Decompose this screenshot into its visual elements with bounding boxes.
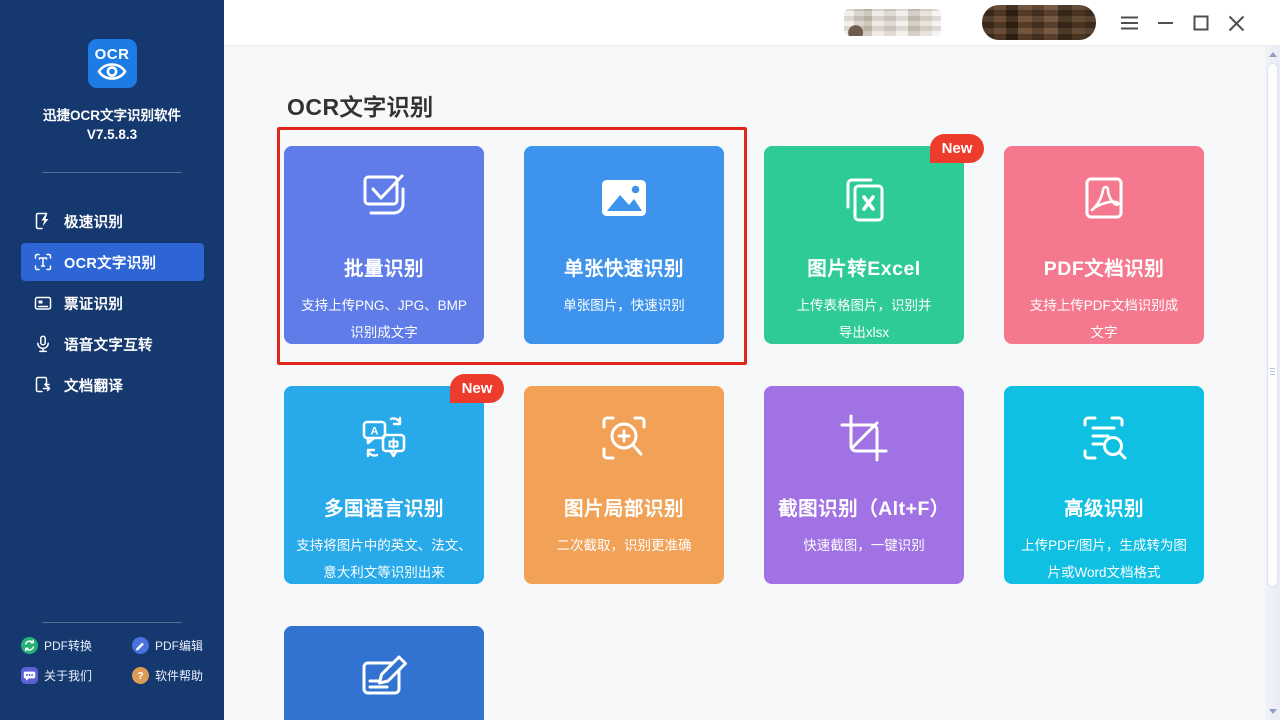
card-title: PDF文档识别 — [1043, 258, 1165, 280]
feature-card-8[interactable]: 高级识别上传PDF/图片，生成转为图 片或Word文档格式 — [1004, 386, 1204, 584]
sidebar-item-label: 语音文字互转 — [64, 337, 153, 354]
question-mark-icon: ? — [132, 667, 149, 684]
scrollbar-track[interactable] — [1265, 46, 1280, 720]
sidebar-item-lightning-doc[interactable]: 极速识别 — [21, 202, 204, 240]
excel-pages-icon — [764, 170, 964, 226]
sidebar-footer: PDF转换 PDF编辑 关于我们? 软件帮助 — [0, 622, 224, 684]
page-title: OCR文字识别 — [287, 94, 434, 120]
feature-card-3[interactable]: New 图片转Excel 上传表格图片，识别并 导出xlsx — [764, 134, 984, 344]
sidebar: OCR 迅捷OCR文字识别软件 V7.5.8.3 极速识别 OCR文字识别 票证识别… — [0, 0, 224, 720]
feature-card-2[interactable]: 单张快速识别单张图片，快速识别 — [524, 146, 724, 344]
sidebar-item-label: 票证识别 — [64, 296, 124, 313]
footer-item-label: 关于我们 — [44, 669, 93, 683]
app-name: 迅捷OCR文字识别软件 V7.5.8.3 — [43, 108, 181, 142]
feature-card-7[interactable]: 截图识别（Alt+F） 快速截图，一键识别 — [764, 386, 964, 584]
sidebar-item-label: 文档翻译 — [64, 378, 124, 395]
card-title: 图片局部识别 — [563, 498, 684, 520]
minimize-button[interactable] — [1149, 0, 1181, 46]
maximize-button[interactable] — [1185, 0, 1217, 46]
card-title: 批量识别 — [343, 258, 424, 280]
doc-search-icon — [1004, 410, 1204, 466]
feature-card-9[interactable] — [284, 626, 484, 720]
ticket-icon — [34, 294, 52, 312]
lightning-doc-icon — [34, 212, 52, 230]
footer-item-label: PDF转换 — [44, 639, 93, 653]
sidebar-item-label: OCR文字识别 — [64, 255, 157, 272]
magnifier-crop-icon — [524, 410, 724, 466]
feature-card-6[interactable]: 图片局部识别二次截取，识别更准确 — [524, 386, 724, 584]
user-info-redacted[interactable] — [844, 9, 941, 36]
new-badge: New — [930, 134, 984, 163]
scrollbar-grip — [1269, 367, 1275, 375]
card-description: 单张图片，快速识别 — [563, 298, 685, 313]
card-title: 图片转Excel — [807, 258, 921, 280]
pen-icon — [132, 637, 149, 654]
sidebar-item-microphone[interactable]: 语音文字互转 — [21, 325, 204, 363]
doc-translate-icon — [34, 376, 52, 394]
close-button[interactable] — [1220, 0, 1252, 46]
scrollbar-thumb[interactable] — [1266, 63, 1278, 587]
main-content: OCR文字识别 批量识别 支持上传PNG、JPG、BMP 识别成文字 单张快速识别单… — [224, 46, 1280, 720]
eye-icon — [97, 63, 127, 80]
sidebar-item-ocr-brackets[interactable]: OCR文字识别 — [21, 243, 204, 281]
feature-card-1[interactable]: 批量识别支持上传PNG、JPG、BMP 识别成文字 — [284, 146, 484, 344]
pdf-logo-icon — [1004, 170, 1204, 226]
new-badge: New — [450, 374, 504, 403]
chat-bubble-icon — [21, 667, 38, 684]
card-title: 单张快速识别 — [563, 258, 684, 280]
hamburger-menu-button[interactable] — [1113, 0, 1145, 46]
maximize-icon — [1193, 15, 1209, 31]
titlebar — [224, 0, 1280, 46]
feature-card-5[interactable]: New A 多国语言识别支持将图片中的英文、法文、 意大利文等识别出来 — [284, 374, 504, 584]
card-title: 截图识别（Alt+F） — [778, 498, 950, 520]
crop-tool-icon — [764, 410, 964, 466]
card-description: 支持将图片中的英文、法文、 意大利文等识别出来 — [296, 538, 472, 580]
sidebar-nav: 极速识别 OCR文字识别 票证识别语音文字互转 文档翻译 — [0, 202, 224, 404]
minimize-icon — [1157, 22, 1173, 24]
logo-ocr-text: OCR — [94, 46, 130, 63]
footer-item-chat-bubble[interactable]: 关于我们 — [21, 667, 132, 684]
account-redacted[interactable] — [982, 5, 1096, 40]
footer-item-label: PDF编辑 — [155, 639, 204, 653]
hamburger-icon — [1120, 16, 1138, 30]
footer-item-convert-arrows[interactable]: PDF转换 — [21, 637, 132, 654]
svg-text:A: A — [371, 426, 379, 438]
footer-item-question-mark[interactable]: ? 软件帮助 — [132, 667, 224, 684]
card-description: 上传表格图片，识别并 导出xlsx — [796, 298, 932, 340]
convert-arrows-icon — [21, 637, 38, 654]
microphone-icon — [34, 335, 52, 353]
card-title: 高级识别 — [1063, 498, 1144, 520]
feature-card-4[interactable]: PDF文档识别支持上传PDF文档识别成 文字 — [1004, 146, 1204, 344]
card-description: 支持上传PNG、JPG、BMP 识别成文字 — [301, 298, 467, 340]
ocr-brackets-icon — [34, 253, 52, 271]
translate-bubbles-icon: A — [284, 410, 484, 466]
footer-item-label: 软件帮助 — [155, 669, 204, 683]
sidebar-item-label: 极速识别 — [64, 214, 124, 231]
image-photo-icon — [524, 170, 724, 226]
scroll-up-arrow[interactable] — [1265, 48, 1280, 61]
close-icon — [1228, 15, 1244, 31]
card-description: 支持上传PDF文档识别成 文字 — [1029, 298, 1179, 340]
card-description: 二次截取，识别更准确 — [556, 538, 692, 553]
app-logo: OCR — [87, 39, 137, 88]
footer-item-pen[interactable]: PDF编辑 — [132, 637, 224, 654]
card-description: 上传PDF/图片，生成转为图 片或Word文档格式 — [1021, 538, 1187, 580]
edit-compose-icon — [284, 650, 484, 706]
card-description: 快速截图，一键识别 — [803, 538, 925, 553]
batch-check-icon — [284, 170, 484, 226]
sidebar-item-doc-translate[interactable]: 文档翻译 — [21, 366, 204, 404]
svg-text:?: ? — [137, 670, 143, 682]
card-title: 多国语言识别 — [323, 498, 444, 520]
scroll-down-arrow[interactable] — [1265, 705, 1280, 718]
sidebar-item-ticket[interactable]: 票证识别 — [21, 284, 204, 322]
sidebar-divider — [42, 172, 182, 173]
